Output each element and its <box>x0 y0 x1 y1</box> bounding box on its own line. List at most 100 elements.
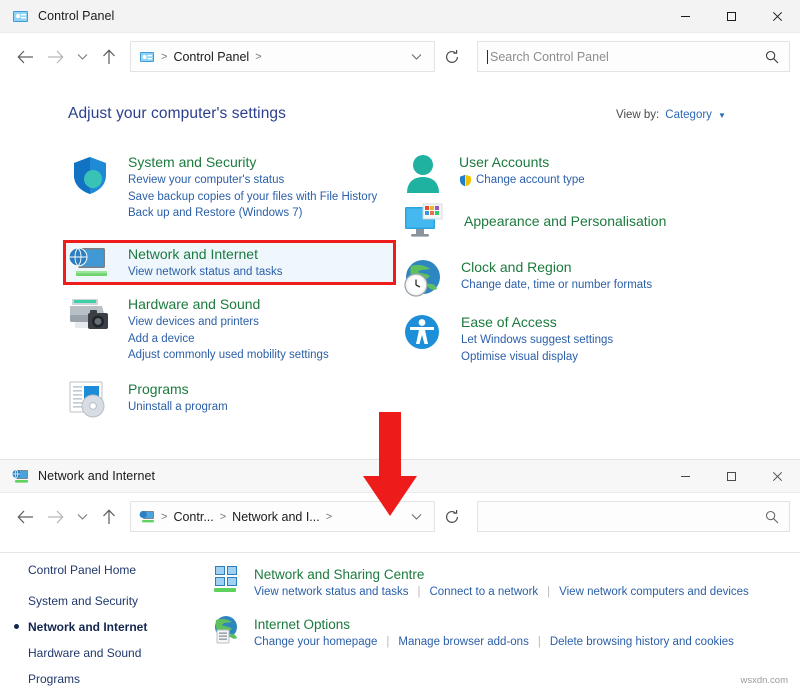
category-link[interactable]: Add a device <box>128 331 329 348</box>
category-title[interactable]: Ease of Access <box>461 313 613 332</box>
uac-shield-icon <box>459 174 472 187</box>
group-title[interactable]: Internet Options <box>254 615 734 634</box>
refresh-icon[interactable] <box>437 42 467 72</box>
sidebar-item-network-and-internet[interactable]: Network and Internet <box>14 619 148 636</box>
category-title[interactable]: Programs <box>128 380 228 399</box>
search-placeholder: Search Control Panel <box>490 49 609 64</box>
breadcrumb-item-control-panel[interactable]: Contr... <box>168 510 218 524</box>
network-window-search-box[interactable] <box>477 501 790 532</box>
minimize-icon[interactable] <box>662 0 708 33</box>
control-panel-addressbar[interactable]: > Control Panel > <box>130 41 435 72</box>
sidebar-item-label: Network and Internet <box>28 620 148 634</box>
category-link[interactable]: Adjust commonly used mobility settings <box>128 347 329 364</box>
internet-options-icon <box>212 615 243 645</box>
control-panel-navbar: > Control Panel > Search Control Panel <box>0 33 800 80</box>
network-window-sidebar: Control Panel Home System and Security N… <box>14 562 148 694</box>
category-user-accounts[interactable]: User Accounts Change account type <box>403 153 585 195</box>
category-title[interactable]: Appearance and Personalisation <box>464 203 666 239</box>
category-link[interactable]: Back up and Restore (Windows 7) <box>128 205 377 222</box>
up-arrow-icon[interactable] <box>94 42 124 72</box>
selected-bullet-icon <box>14 624 19 629</box>
link-view-network-computers-and-devices[interactable]: View network computers and devices <box>559 584 749 601</box>
watermark: wsxdn.com <box>740 675 788 686</box>
search-icon[interactable] <box>765 510 779 524</box>
link-manage-browser-add-ons[interactable]: Manage browser add-ons <box>398 634 528 651</box>
group-text: Internet Options Change your homepage | … <box>254 615 734 651</box>
category-text: Ease of Access Let Windows suggest setti… <box>461 313 613 365</box>
close-icon[interactable] <box>754 460 800 493</box>
group-title[interactable]: Network and Sharing Centre <box>254 565 749 584</box>
link-change-your-homepage[interactable]: Change your homepage <box>254 634 377 651</box>
category-link[interactable]: Review your computer's status <box>128 172 377 189</box>
close-icon[interactable] <box>754 0 800 33</box>
category-clock-and-region[interactable]: Clock and Region Change date, time or nu… <box>403 258 652 298</box>
address-chevron-down-icon[interactable] <box>403 53 430 61</box>
sidebar-item-control-panel-home[interactable]: Control Panel Home <box>28 562 147 579</box>
category-link[interactable]: Optimise visual display <box>461 349 613 366</box>
group-internet-options[interactable]: Internet Options Change your homepage | … <box>212 615 734 651</box>
minimize-icon[interactable] <box>662 460 708 493</box>
programs-disc-icon <box>68 380 110 420</box>
category-programs[interactable]: Programs Uninstall a program <box>68 380 228 420</box>
control-panel-window-controls <box>662 0 800 33</box>
category-link-label[interactable]: Change account type <box>476 172 585 189</box>
view-by-label: View by: <box>616 109 660 121</box>
category-link[interactable]: Let Windows suggest settings <box>461 332 613 349</box>
category-text: Network and Internet View network status… <box>128 245 282 281</box>
group-links: Change your homepage | Manage browser ad… <box>254 634 734 651</box>
sidebar-item-system-and-security[interactable]: System and Security <box>28 593 147 610</box>
category-link[interactable]: Uninstall a program <box>128 399 228 416</box>
breadcrumb-separator-end: > <box>325 510 333 523</box>
page-title: Adjust your computer's settings <box>68 105 286 122</box>
category-title[interactable]: System and Security <box>128 153 377 172</box>
forward-arrow-icon[interactable] <box>40 502 70 532</box>
recent-locations-chevron-down-icon[interactable] <box>70 502 94 532</box>
refresh-icon[interactable] <box>437 502 467 532</box>
view-by-value[interactable]: Category <box>665 109 712 121</box>
category-hardware-and-sound[interactable]: Hardware and Sound View devices and prin… <box>68 295 329 364</box>
category-link[interactable]: View network status and tasks <box>128 264 282 281</box>
category-network-and-internet[interactable]: Network and Internet View network status… <box>68 245 282 281</box>
up-arrow-icon[interactable] <box>94 502 124 532</box>
link-delete-browsing-history-and-cookies[interactable]: Delete browsing history and cookies <box>550 634 734 651</box>
sidebar-item-hardware-and-sound[interactable]: Hardware and Sound <box>28 645 147 662</box>
maximize-icon[interactable] <box>708 0 754 33</box>
link-view-network-status-and-tasks[interactable]: View network status and tasks <box>254 584 408 601</box>
sidebar-item-programs[interactable]: Programs <box>28 671 147 688</box>
forward-arrow-icon[interactable] <box>40 42 70 72</box>
back-arrow-icon[interactable] <box>10 502 40 532</box>
shield-icon <box>68 153 112 197</box>
category-title[interactable]: Hardware and Sound <box>128 295 329 314</box>
category-ease-of-access[interactable]: Ease of Access Let Windows suggest setti… <box>403 313 613 365</box>
category-appearance-and-personalisation[interactable]: Appearance and Personalisation <box>403 203 666 241</box>
view-by-control[interactable]: View by: Category ▼ <box>616 109 726 121</box>
category-link[interactable]: View devices and printers <box>128 314 329 331</box>
group-network-and-sharing-centre[interactable]: Network and Sharing Centre View network … <box>212 565 749 601</box>
search-icon[interactable] <box>765 50 779 64</box>
category-title[interactable]: Network and Internet <box>128 245 282 264</box>
category-text: Appearance and Personalisation <box>464 203 666 241</box>
breadcrumb-item-control-panel[interactable]: Control Panel <box>168 50 254 64</box>
link-separator: | <box>547 586 551 598</box>
category-title[interactable]: User Accounts <box>459 153 585 172</box>
breadcrumb-separator: > <box>161 50 168 63</box>
caret-down-icon[interactable]: ▼ <box>718 111 726 120</box>
category-system-and-security[interactable]: System and Security Review your computer… <box>68 153 377 222</box>
category-title[interactable]: Clock and Region <box>461 258 652 277</box>
category-link-change-account-type[interactable]: Change account type <box>459 172 585 189</box>
breadcrumb-separator: > <box>219 510 227 523</box>
breadcrumb-item-network-and-internet[interactable]: Network and I... <box>227 510 325 524</box>
back-arrow-icon[interactable] <box>10 42 40 72</box>
recent-locations-chevron-down-icon[interactable] <box>70 42 94 72</box>
maximize-icon[interactable] <box>708 460 754 493</box>
search-caret <box>487 49 488 64</box>
network-internet-icon <box>12 468 29 485</box>
breadcrumb-network-internet-icon <box>139 509 155 525</box>
control-panel-search-box[interactable]: Search Control Panel <box>477 41 790 72</box>
category-link[interactable]: Change date, time or number formats <box>461 277 652 294</box>
monitor-colors-icon <box>403 203 447 241</box>
category-link[interactable]: Save backup copies of your files with Fi… <box>128 189 377 206</box>
breadcrumb-separator: > <box>161 510 168 523</box>
link-connect-to-a-network[interactable]: Connect to a network <box>429 584 538 601</box>
control-panel-window: Control Panel > Control Panel > Search C… <box>0 0 800 462</box>
